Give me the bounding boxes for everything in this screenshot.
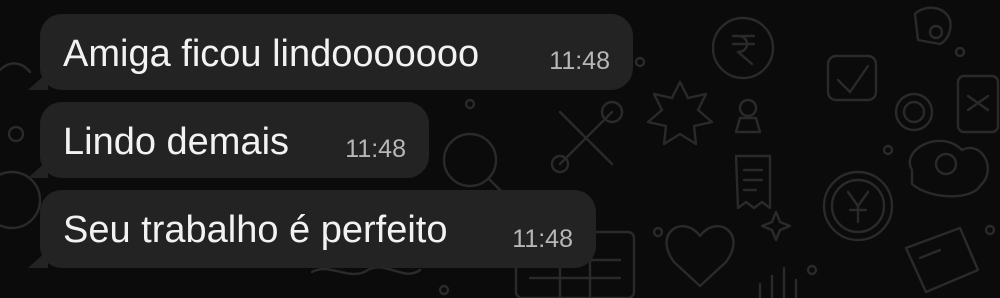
gear-icon [894,92,934,132]
magnifier-icon [442,132,510,200]
bell-icon [913,6,952,46]
sparkle-icon [760,210,792,242]
message-timestamp: 11:48 [345,135,406,163]
yen-coin-icon [822,170,894,242]
bubble-tail [28,160,48,178]
chat-background: Amiga ficou lindooooooo 11:48 Lindo dema… [0,0,1000,298]
heart-icon [665,225,735,288]
flower-icon [908,139,989,198]
bubble-tail [28,250,48,268]
message-text: Lindo demais [63,121,290,163]
message-bubble[interactable]: Lindo demais 11:48 [28,102,429,178]
message-text: Amiga ficou lindooooooo [63,33,480,75]
sticky-note-icon [956,74,1000,134]
pawn-icon [734,98,762,134]
message-bubble[interactable]: Amiga ficou lindooooooo 11:48 [28,14,633,90]
star-burst-icon [646,80,714,146]
message-text: Seu trabalho é perfeito [63,209,448,251]
message-timestamp: 11:48 [549,47,610,75]
bubble-tail [28,72,48,90]
message-timestamp: 11:48 [512,225,573,253]
check-icon [826,54,878,102]
bars-icon [310,266,798,298]
rupee-coin-icon [711,16,775,80]
message-bubble[interactable]: Seu trabalho é perfeito 11:48 [28,190,596,268]
tools-icon [550,100,624,174]
pencil-icon [904,226,980,294]
receipt-icon [734,154,772,210]
